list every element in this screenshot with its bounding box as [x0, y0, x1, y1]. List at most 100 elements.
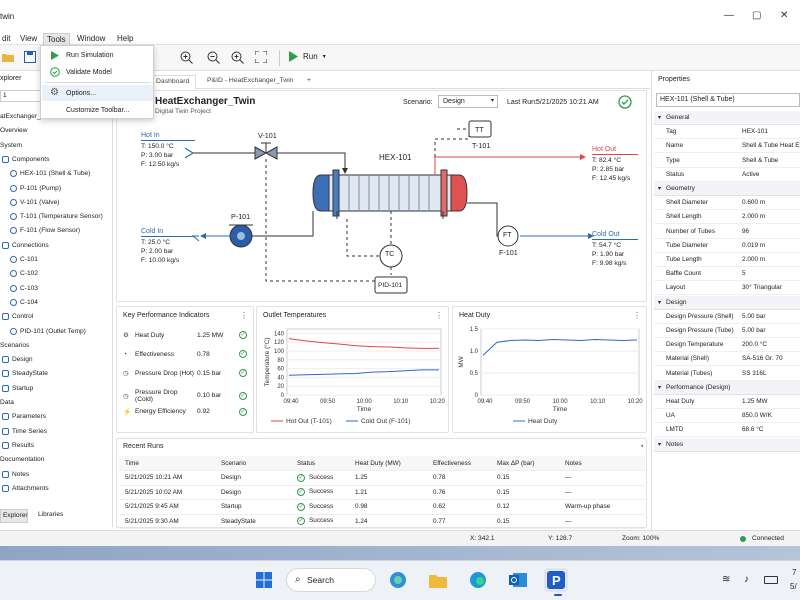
property-row[interactable]: Shell Length 2.000 m	[654, 210, 800, 225]
property-row[interactable]: Number of Tubes 96	[654, 225, 800, 239]
tree-item[interactable]: T-101 (Temperature Sensor)	[10, 213, 103, 221]
minimize-icon[interactable]: —	[724, 10, 734, 21]
tree-item[interactable]: atExchanger_T	[0, 113, 45, 120]
property-row[interactable]: Layout 30° Triangular	[654, 281, 800, 296]
tab-add[interactable]: +	[301, 75, 317, 89]
clock-time[interactable]: 7	[792, 568, 796, 577]
property-row[interactable]: LMTD 68.6 °C	[654, 423, 800, 438]
property-row[interactable]: Design Pressure (Tube) 5.00 bar	[654, 324, 800, 338]
menu-help[interactable]: Help	[114, 33, 136, 44]
tab-dashboard[interactable]: Dashboard	[149, 75, 197, 89]
ft-symbol[interactable]: FT	[503, 232, 512, 239]
tree-item[interactable]: Overview	[0, 127, 27, 134]
property-section-header[interactable]: ▾ Performance (Design)	[654, 380, 800, 395]
menu-item-customize-toolbar[interactable]: Customize Toolbar...	[42, 102, 153, 118]
run-button[interactable]: Run ▾	[288, 51, 326, 62]
tab-explorer[interactable]: Explorer	[0, 509, 28, 523]
menu-item-options[interactable]: ⚙ Options...	[42, 85, 153, 101]
column-header[interactable]: Heat Duty (MW)	[349, 456, 427, 471]
column-header[interactable]: Scenario	[215, 456, 291, 471]
column-header[interactable]: Status	[291, 456, 349, 471]
tree-item[interactable]: P-101 (Pump)	[10, 184, 61, 192]
chevron-down-icon[interactable]: ▾	[323, 53, 326, 60]
maximize-icon[interactable]: ▢	[752, 10, 761, 21]
edge-icon[interactable]	[466, 568, 490, 592]
table-row[interactable]: 5/21/2025 9:30 AM SteadyState ✓ Success 1.24…	[119, 514, 645, 529]
fullscreen-icon[interactable]	[253, 49, 269, 65]
property-row[interactable]: Tube Length 2.000 m	[654, 253, 800, 267]
cold-in-stream[interactable]: Cold In T: 25.0 °C P: 2.00 bar F: 10.00 …	[141, 227, 195, 265]
tree-item[interactable]: C-101	[10, 256, 38, 263]
tt-symbol[interactable]: TT	[475, 125, 484, 134]
property-row[interactable]: UA 850.0 W/K	[654, 409, 800, 424]
menu-window[interactable]: Window	[74, 33, 108, 44]
more-icon[interactable]: ⋮	[240, 311, 248, 320]
property-section-header[interactable]: ▾ Geometry	[654, 182, 800, 196]
table-row[interactable]: 5/21/2025 10:02 AM Design ✓ Success 1.21 0.76…	[119, 485, 645, 500]
property-row[interactable]: Name Shell & Tube Heat Exchanger	[654, 139, 800, 154]
column-header[interactable]: Effectiveness	[427, 456, 491, 471]
app-p-icon[interactable]: P	[544, 568, 568, 592]
more-icon[interactable]: ⋮	[435, 311, 443, 320]
menu-item-run-simulation[interactable]: Run Simulation	[42, 47, 153, 63]
menu-view[interactable]: View	[17, 33, 40, 44]
tree-item[interactable]: Design	[2, 356, 33, 364]
tree-item[interactable]: PID-101 (Outlet Temp)	[10, 327, 86, 335]
property-row[interactable]: Heat Duty 1.25 MW	[654, 395, 800, 409]
open-folder-icon[interactable]	[0, 49, 16, 65]
property-section-header[interactable]: ▾ General	[654, 111, 800, 125]
tree-item[interactable]: V-101 (Valve)	[10, 198, 59, 206]
pid-controller-box[interactable]: PID-101	[378, 282, 402, 289]
file-explorer-icon[interactable]	[426, 568, 450, 592]
table-row[interactable]: 5/21/2025 10:21 AM Design ✓ Success 1.25 0.78…	[119, 471, 645, 485]
property-row[interactable]: Material (Shell) SA-516 Gr. 70	[654, 352, 800, 367]
property-row[interactable]: Type Shell & Tube	[654, 154, 800, 168]
speaker-icon[interactable]: ♪	[744, 574, 749, 585]
close-icon[interactable]: ✕	[780, 10, 788, 21]
tree-item[interactable]: Connections	[2, 241, 49, 249]
menu-item-validate-model[interactable]: Validate Model	[42, 64, 153, 80]
taskbar-search[interactable]: ⌕ Search	[286, 568, 376, 592]
cold-out-stream[interactable]: Cold Out T: 54.7 °C P: 1.90 bar F: 9.98 …	[592, 230, 638, 268]
tree-item[interactable]: Components	[2, 155, 49, 163]
tree-item[interactable]: HEX-101 (Shell & Tube)	[10, 170, 90, 178]
tree-item[interactable]: F-101 (Flow Sensor)	[10, 227, 80, 235]
hot-out-stream[interactable]: Hot Out T: 82.4 °C P: 2.85 bar F: 12.45 …	[592, 145, 638, 183]
tree-item[interactable]: C-102	[10, 270, 38, 278]
tree-item[interactable]: Notes	[2, 470, 29, 478]
tree-item[interactable]: Data	[0, 399, 14, 406]
property-row[interactable]: Material (Tubes) SS 316L	[654, 367, 800, 381]
property-row[interactable]: Design Temperature 200.0 °C	[654, 338, 800, 353]
table-row[interactable]: 5/21/2025 9:45 AM Startup ✓ Success 0.98 0.62…	[119, 500, 645, 514]
tree-item[interactable]: System	[0, 142, 22, 149]
column-header[interactable]: Notes	[559, 456, 645, 471]
component-select[interactable]: HEX-101 (Shell & Tube)	[656, 93, 800, 107]
property-section-header[interactable]: ▾ Notes	[654, 437, 800, 452]
tree-item[interactable]: Scenarios	[0, 342, 29, 349]
property-row[interactable]: Design Pressure (Shell) 5.00 bar	[654, 310, 800, 324]
tab-pid[interactable]: P&ID - HeatExchanger_Twin	[201, 75, 300, 89]
outlook-icon[interactable]	[506, 568, 530, 592]
more-icon[interactable]: ⋮	[633, 311, 641, 320]
property-row[interactable]: Tube Diameter 0.019 m	[654, 239, 800, 253]
save-icon[interactable]	[22, 49, 38, 65]
property-row[interactable]: Tag HEX-101	[654, 125, 800, 140]
battery-icon[interactable]	[764, 576, 778, 584]
tree-item[interactable]: Time Series	[2, 427, 47, 435]
wifi-icon[interactable]: ≋	[722, 574, 730, 585]
zoom-fit-icon[interactable]	[229, 49, 245, 65]
tree-item[interactable]: C-104	[10, 298, 38, 306]
property-row[interactable]: Baffle Count 5	[654, 267, 800, 282]
tree-item[interactable]: C-103	[10, 284, 38, 292]
copilot-icon[interactable]	[386, 568, 410, 592]
column-header[interactable]: Max ΔP (bar)	[491, 456, 559, 471]
property-row[interactable]: Shell Diameter 0.600 m	[654, 196, 800, 211]
tree-item[interactable]: SteadyState	[2, 370, 48, 378]
menu-edit[interactable]: dit	[0, 33, 13, 44]
hot-in-stream[interactable]: Hot In T: 150.0 °C P: 3.00 bar F: 12.50 …	[141, 131, 195, 169]
tree-item[interactable]: Attachments	[2, 484, 49, 492]
start-icon[interactable]	[252, 568, 276, 592]
property-section-header[interactable]: ▾ Design	[654, 295, 800, 310]
tree-item[interactable]: Startup	[2, 384, 33, 392]
tree-item[interactable]: Control	[2, 313, 33, 321]
